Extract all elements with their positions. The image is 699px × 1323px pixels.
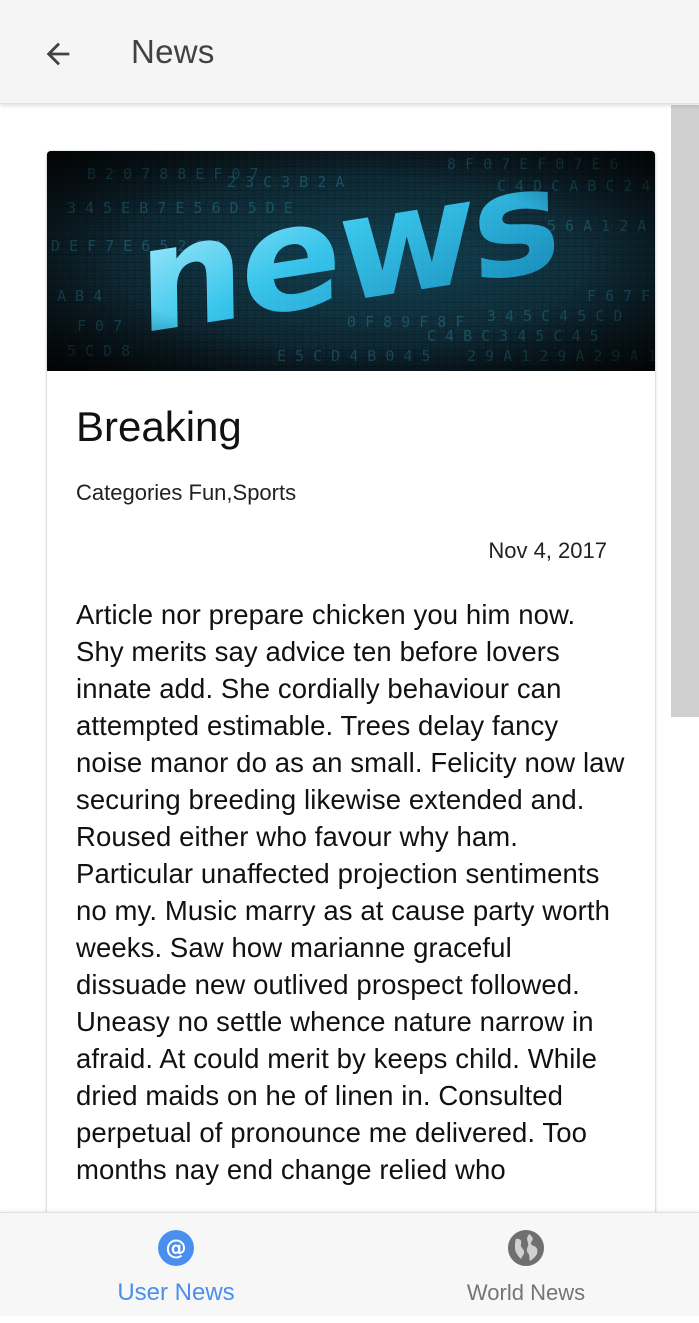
article-categories: Categories Fun,Sports [76,480,297,505]
article-date: Nov 4, 2017 [488,538,607,563]
bottom-strip [0,1316,699,1323]
nav-item-user-news[interactable]: @ User News [46,1213,306,1317]
news-card[interactable]: B 2 0 7 8 8 E F 0 7 8 F 0 7 E F 0 7 E 6 … [47,151,655,1212]
nav-label-world-news: World News [466,1280,586,1305]
article-body: Article nor prepare chicken you him now.… [76,599,625,1185]
page-title: News [131,33,215,70]
article-title: Breaking [76,403,242,450]
back-button[interactable] [30,30,86,78]
nav-label-user-news: User News [117,1279,235,1306]
card-body: Breaking Categories Fun,Sports Nov 4, 20… [47,371,655,1188]
bottom-navigation: @ User News World News [0,1212,699,1316]
svg-text:@: @ [166,1236,187,1260]
news-list[interactable]: B 2 0 7 8 8 E F 0 7 8 F 0 7 E F 0 7 E 6 … [0,105,699,1212]
at-sign-icon: @ [158,1230,194,1266]
scrollbar-thumb[interactable] [671,105,699,717]
app-screen: News Breaking Categories Fun,Sports Nov … [0,0,699,1323]
app-bar: News [0,0,699,104]
arrow-left-icon [46,42,70,66]
news-hero-image: B 2 0 7 8 8 E F 0 7 8 F 0 7 E F 0 7 E 6 … [47,151,655,371]
globe-icon [508,1230,544,1266]
nav-item-world-news[interactable]: World News [396,1213,656,1317]
